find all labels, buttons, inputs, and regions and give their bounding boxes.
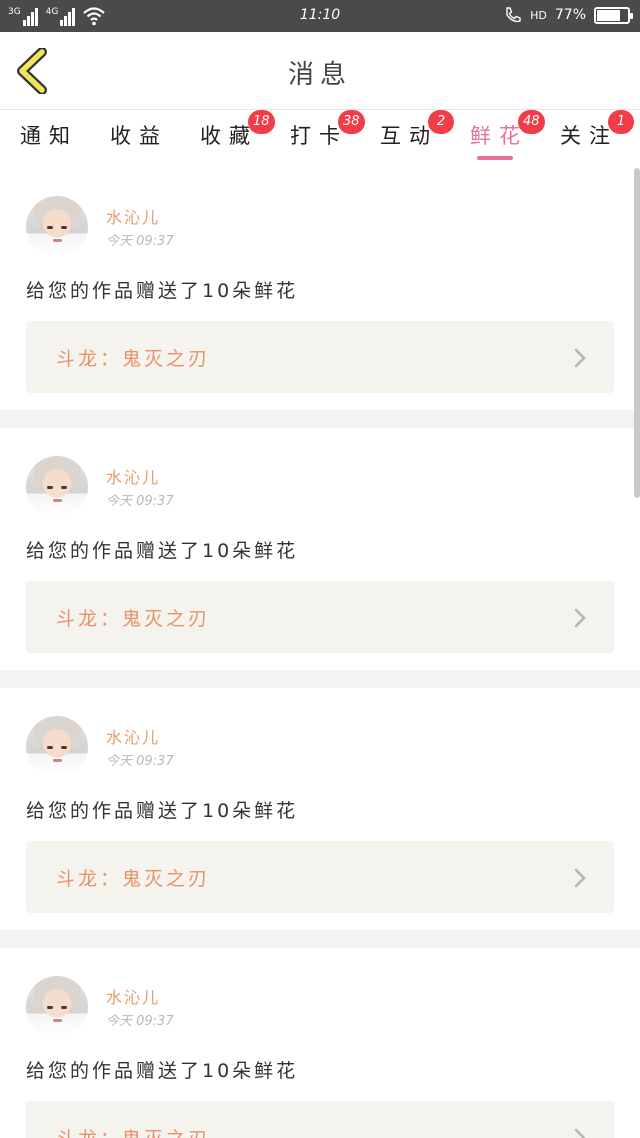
username[interactable]: 水沁儿 — [106, 724, 160, 748]
avatar-eye — [47, 486, 53, 489]
tab-checkin[interactable]: 打卡 38 — [280, 110, 365, 150]
work-title: 斗龙：鬼灭之刃 — [56, 608, 211, 630]
status-right: HD 77% — [504, 6, 633, 24]
avatar-eye — [47, 1006, 53, 1009]
message-card: 水沁儿 今天 09:37 给您的作品赠送了10朵鲜花 斗龙：鬼灭之刃 — [0, 688, 640, 930]
tab-notifications[interactable]: 通知 — [10, 120, 80, 150]
battery-icon — [594, 6, 633, 24]
card-divider — [0, 670, 640, 688]
timestamp: 今天 09:37 — [106, 234, 174, 249]
avatar[interactable] — [26, 196, 88, 258]
message-text: 给您的作品赠送了10朵鲜花 — [26, 540, 299, 562]
avatar[interactable] — [26, 716, 88, 778]
scrollbar[interactable] — [634, 168, 640, 498]
avatar[interactable] — [26, 456, 88, 518]
header: 消息 — [0, 32, 640, 110]
message-text: 给您的作品赠送了10朵鲜花 — [26, 800, 299, 822]
work-link[interactable]: 斗龙：鬼灭之刃 — [26, 581, 614, 653]
count-badge: 1 — [608, 110, 634, 134]
avatar-eye — [61, 226, 67, 229]
message-card: 水沁儿 今天 09:37 给您的作品赠送了10朵鲜花 斗龙：鬼灭之刃 — [0, 428, 640, 670]
chevron-right-icon — [574, 868, 586, 888]
message-feed: 水沁儿 今天 09:37 给您的作品赠送了10朵鲜花 斗龙：鬼灭之刃 水沁儿 今… — [0, 168, 640, 1138]
avatar-mouth — [53, 239, 62, 242]
message-card: 水沁儿 今天 09:37 给您的作品赠送了10朵鲜花 斗龙：鬼灭之刃 — [0, 948, 640, 1138]
avatar-mouth — [53, 1019, 62, 1022]
avatar-eye — [47, 746, 53, 749]
count-badge: 2 — [428, 110, 454, 134]
work-title: 斗龙：鬼灭之刃 — [56, 348, 211, 370]
tab-favorites[interactable]: 收藏 18 — [190, 110, 275, 150]
work-title: 斗龙：鬼灭之刃 — [56, 1124, 210, 1138]
card-divider — [0, 410, 640, 428]
avatar[interactable] — [26, 976, 88, 1038]
username[interactable]: 水沁儿 — [106, 984, 160, 1008]
tab-label: 通知 — [20, 124, 78, 148]
avatar-eye — [61, 1006, 67, 1009]
active-tab-indicator — [477, 156, 513, 160]
page-title: 消息 — [287, 60, 352, 90]
status-bar: 3G 4G 11:10 HD 77% — [0, 0, 640, 32]
avatar-eye — [47, 226, 53, 229]
card-divider — [0, 930, 640, 948]
tab-earnings[interactable]: 收益 — [100, 120, 170, 150]
work-link[interactable]: 斗龙：鬼灭之刃 — [26, 321, 614, 393]
tab-bar: 通知 收益 收藏 18 打卡 38 互动 2 鲜花 48 关注 1 — [0, 110, 640, 168]
avatar-mouth — [53, 759, 62, 762]
avatar-eye — [61, 486, 67, 489]
timestamp: 今天 09:37 — [106, 754, 174, 769]
timestamp: 今天 09:37 — [106, 494, 174, 509]
tab-interactions[interactable]: 互动 2 — [370, 110, 454, 150]
hd-indicator: HD — [530, 8, 547, 22]
chevron-right-icon — [574, 1128, 586, 1138]
count-badge: 38 — [338, 110, 365, 134]
phone-icon — [506, 7, 521, 23]
avatar-mouth — [53, 499, 62, 502]
username[interactable]: 水沁儿 — [106, 204, 160, 228]
work-title: 斗龙：鬼灭之刃 — [56, 868, 211, 890]
chevron-right-icon — [574, 348, 586, 368]
timestamp: 今天 09:37 — [106, 1014, 174, 1029]
work-link[interactable]: 斗龙：鬼灭之刃 — [26, 841, 614, 913]
message-text: 给您的作品赠送了10朵鲜花 — [26, 1060, 299, 1082]
count-badge: 48 — [518, 110, 545, 134]
tab-flowers[interactable]: 鲜花 48 — [460, 110, 545, 160]
work-link[interactable]: 斗龙：鬼灭之刃 — [26, 1101, 614, 1138]
count-badge: 18 — [248, 110, 275, 134]
chevron-right-icon — [574, 608, 586, 628]
message-card: 水沁儿 今天 09:37 给您的作品赠送了10朵鲜花 斗龙：鬼灭之刃 — [0, 168, 640, 410]
tab-label: 收益 — [110, 124, 168, 148]
tab-follow[interactable]: 关注 1 — [550, 110, 634, 150]
avatar-eye — [61, 746, 67, 749]
battery-fill — [597, 9, 620, 21]
username[interactable]: 水沁儿 — [106, 464, 160, 488]
message-text: 给您的作品赠送了10朵鲜花 — [26, 280, 299, 302]
battery-percent: 77% — [554, 7, 586, 23]
